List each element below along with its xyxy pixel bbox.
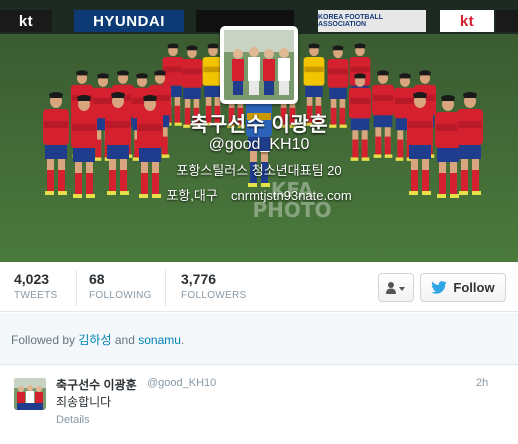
profile-location: 포항,대구 [166, 188, 218, 203]
follow-button-label: Follow [453, 280, 495, 295]
stat-divider [76, 270, 77, 306]
ad-board-kfa: KOREA FOOTBALL ASSOCIATION [318, 10, 426, 32]
followed-by-prefix: Followed by [11, 333, 76, 347]
twitter-bird-icon [431, 281, 448, 294]
stat-followers-label: FOLLOWERS [181, 290, 247, 301]
tweet-item[interactable]: 축구선수 이광훈 @good_KH10 2h 죄송합니다 Details [0, 366, 518, 444]
tweet-avatar[interactable] [14, 378, 46, 410]
stat-divider [165, 270, 166, 306]
ad-board-kt: kt [0, 10, 52, 32]
followed-by-conjunction: and [114, 333, 135, 347]
followed-by-bar: Followed by 김하성 and sonamu. [0, 313, 518, 365]
follow-button[interactable]: Follow [420, 273, 506, 302]
stat-followers-count: 3,776 [181, 271, 217, 287]
stat-following[interactable]: 68 FOLLOWING [89, 271, 152, 304]
tweet-timestamp[interactable]: 2h [476, 377, 488, 389]
followed-by-user-link[interactable]: sonamu [138, 333, 181, 347]
ad-board-kt-3 [496, 10, 518, 32]
tweet-details-link[interactable]: Details [56, 414, 90, 426]
stat-following-count: 68 [89, 271, 105, 287]
tweet-author-name[interactable]: 축구선수 이광훈 [56, 376, 137, 393]
ad-board-kt-2: kt [440, 10, 494, 32]
stat-tweets[interactable]: 4,023 TWEETS [14, 271, 57, 304]
followed-by-user-link[interactable]: 김하성 [78, 333, 111, 347]
avatar-image [224, 30, 294, 100]
photo-watermark: KFA PHOTO [252, 178, 332, 222]
followed-by-suffix: . [180, 333, 185, 347]
profile-avatar[interactable] [220, 26, 298, 104]
profile-header: kt HYUNDAI KOREA FOOTBALL ASSOCIATION kt… [0, 0, 518, 262]
tweet-text: 죄송합니다 [56, 395, 112, 409]
ad-board-hyundai: HYUNDAI [74, 10, 184, 32]
stat-followers[interactable]: 3,776 FOLLOWERS [181, 271, 247, 304]
user-dropdown-icon [386, 281, 405, 294]
stat-tweets-label: TWEETS [14, 290, 58, 301]
user-actions-dropdown-button[interactable] [378, 273, 414, 302]
stat-following-label: FOLLOWING [89, 290, 152, 301]
profile-bio: 포항스틸러스 청소년대표팀 20 [176, 163, 342, 178]
profile-display-name: 축구선수 이광훈 [189, 114, 329, 136]
tweet-author-handle[interactable]: @good_KH10 [147, 377, 216, 389]
stat-tweets-count: 4,023 [14, 271, 50, 287]
profile-handle: @good_KH10 [208, 136, 310, 153]
